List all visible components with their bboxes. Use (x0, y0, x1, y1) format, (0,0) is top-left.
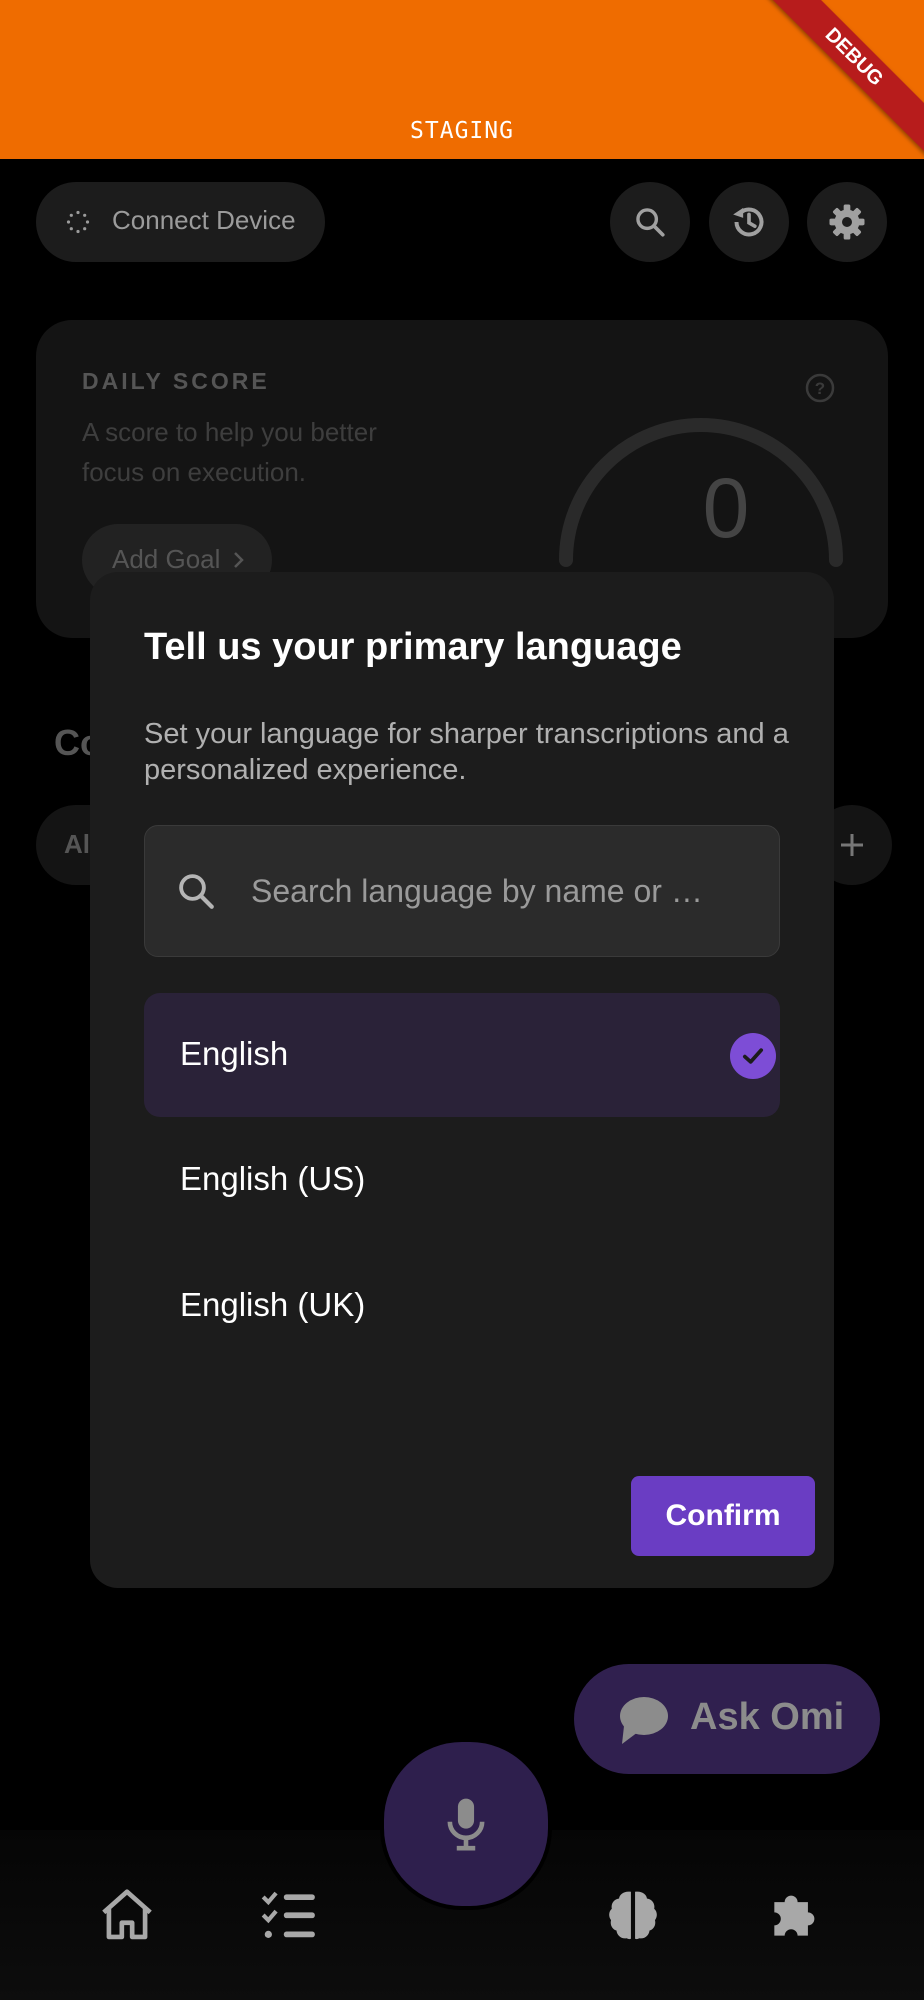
mic-icon (447, 1798, 485, 1851)
dialog-subtitle: Set your language for sharper transcript… (144, 718, 789, 786)
language-search-input[interactable] (251, 868, 751, 914)
language-dialog: Tell us your primary language Set your l… (90, 572, 834, 1588)
staging-banner: STAGING DEBUG (0, 0, 924, 159)
brain-icon[interactable] (602, 1884, 664, 1946)
language-search-box[interactable] (144, 825, 780, 957)
search-icon (179, 874, 214, 909)
dialog-title: Tell us your primary language (144, 626, 682, 668)
tasks-icon[interactable] (258, 1884, 320, 1946)
search-button[interactable] (610, 182, 690, 262)
record-button[interactable] (380, 1738, 552, 1910)
chevron-right-icon (234, 552, 244, 568)
language-label: English (UK) (180, 1286, 366, 1323)
chat-bubble-icon (620, 1697, 668, 1744)
plus-icon (841, 834, 863, 856)
gear-icon (829, 204, 865, 240)
add-goal-label: Add Goal (112, 544, 221, 574)
history-button[interactable] (709, 182, 789, 262)
connect-device-label: Connect Device (112, 205, 296, 235)
score-value: 0 (702, 461, 750, 555)
language-option-english[interactable]: English (144, 993, 780, 1117)
settings-button[interactable] (807, 182, 887, 262)
staging-label: STAGING (410, 118, 514, 144)
help-icon[interactable]: ? (804, 372, 836, 404)
language-option-english-us[interactable]: English (US) (144, 1118, 780, 1242)
search-icon (636, 208, 665, 237)
ask-omi-button[interactable]: Ask Omi (574, 1664, 880, 1774)
history-icon (733, 207, 764, 237)
daily-score-title: DAILY SCORE (82, 368, 270, 394)
ask-omi-label: Ask Omi (690, 1696, 845, 1738)
daily-score-description: A score to help you better focus on exec… (82, 417, 377, 487)
loading-icon (66, 210, 90, 234)
puzzle-icon[interactable] (764, 1884, 826, 1946)
check-icon (730, 1033, 776, 1079)
filter-chip-label: Al (64, 829, 90, 859)
connect-device-button[interactable]: Connect Device (36, 182, 325, 262)
language-label: English (180, 1035, 289, 1072)
confirm-button[interactable]: Confirm (631, 1476, 815, 1556)
language-option-english-uk[interactable]: English (UK) (144, 1244, 780, 1368)
language-label: English (US) (180, 1160, 366, 1197)
home-icon[interactable] (96, 1884, 158, 1946)
svg-text:?: ? (815, 379, 825, 398)
